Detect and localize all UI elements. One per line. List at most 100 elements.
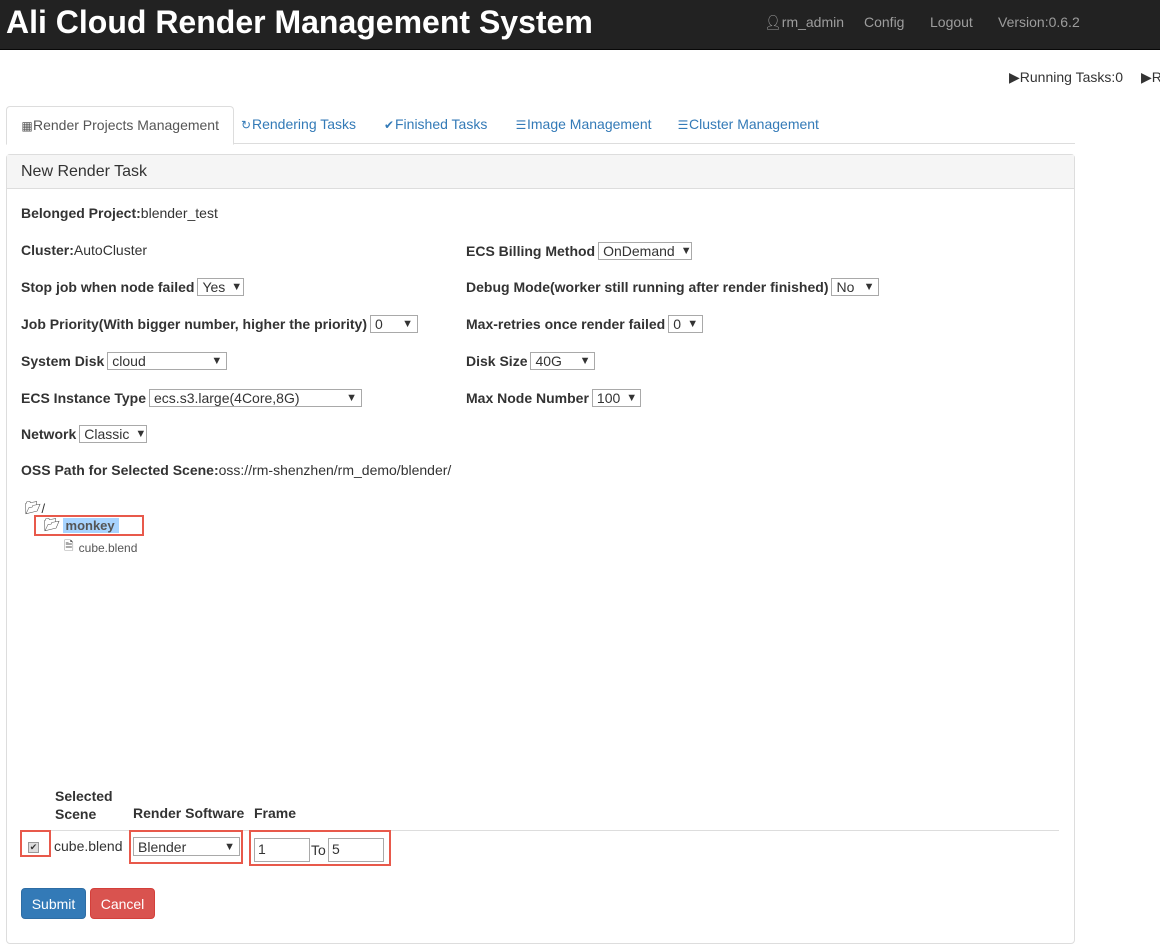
folder-open-icon: 📂︎ bbox=[44, 517, 61, 532]
refresh-icon: ↻ bbox=[240, 118, 252, 132]
dropdown-arrow-icon: ▼ bbox=[863, 281, 875, 293]
dropdown-arrow-icon: ▼ bbox=[135, 428, 147, 440]
render-software-select[interactable]: Blender ▼ bbox=[133, 837, 240, 856]
frame-to-input[interactable]: 5 bbox=[328, 838, 384, 862]
stopjob-select[interactable]: Yes ▼ bbox=[197, 278, 245, 296]
status-item-text: R bbox=[1151, 69, 1160, 85]
priority-select[interactable]: 0 ▼ bbox=[370, 315, 419, 333]
tree-folder-monkey[interactable]: 📂︎ monkey bbox=[44, 517, 119, 533]
cancel-button[interactable]: Cancel bbox=[90, 888, 155, 919]
select-value: Blender bbox=[138, 838, 187, 855]
user-name: rm_admin bbox=[781, 14, 845, 30]
dropdown-arrow-icon: ▼ bbox=[680, 245, 692, 257]
user-link[interactable]: 👤︎rm_admin bbox=[764, 14, 844, 31]
dropdown-arrow-icon: ▼ bbox=[224, 840, 235, 853]
priority-field: Job Priority(With bigger number, higher … bbox=[21, 315, 419, 333]
network-select[interactable]: Classic ▼ bbox=[79, 425, 148, 443]
tab-render-projects[interactable]: ▦Render Projects Management bbox=[6, 106, 234, 145]
network-field: Network Classic ▼ bbox=[21, 425, 148, 443]
select-value: 0 bbox=[673, 316, 681, 332]
render-software-field: Blender ▼ bbox=[130, 837, 240, 856]
version-text: Version:0.6.2 bbox=[998, 14, 1080, 30]
billing-field: ECS Billing Method OnDemand ▼ bbox=[466, 242, 693, 260]
tab-image-management[interactable]: ☰Image Management bbox=[515, 106, 652, 144]
tree-root-label: / bbox=[41, 500, 46, 516]
debug-field: Debug Mode(worker still running after re… bbox=[466, 278, 880, 296]
check-circle-icon: ✔ bbox=[383, 118, 395, 132]
project-field: Belonged Project: blender_test bbox=[21, 205, 218, 221]
field-label: Max Node Number bbox=[466, 390, 589, 406]
select-value: Classic bbox=[84, 426, 130, 442]
field-label: Job Priority(With bigger number, higher … bbox=[21, 316, 368, 332]
frame-from-input[interactable]: 1 bbox=[254, 838, 310, 862]
select-value: Yes bbox=[202, 279, 226, 295]
tab-label: Finished Tasks bbox=[395, 116, 488, 132]
scene-name: cube.blend bbox=[54, 838, 123, 854]
field-label: Max-retries once render failed bbox=[466, 316, 666, 332]
dropdown-arrow-icon: ▼ bbox=[346, 392, 358, 404]
scene-checkbox[interactable]: ✔ bbox=[28, 842, 39, 853]
header-selected-scene: Selected Scene bbox=[55, 788, 113, 822]
tree-file-cube[interactable]: 🗎︎ cube.blend bbox=[64, 537, 137, 558]
folder-open-icon: 📂︎ bbox=[25, 500, 42, 515]
select-value: No bbox=[836, 279, 855, 295]
field-value: oss://rm-shenzhen/rm_demo/blender/ bbox=[218, 462, 452, 478]
user-icon: 👤︎ bbox=[764, 14, 782, 30]
maxnode-select[interactable]: 100 ▼ bbox=[591, 389, 641, 407]
submit-button[interactable]: Submit bbox=[21, 888, 86, 919]
field-label: OSS Path for Selected Scene: bbox=[21, 462, 219, 478]
tab-label: Render Projects Management bbox=[33, 117, 219, 133]
field-value: AutoCluster bbox=[73, 242, 148, 258]
grid-icon: ▦ bbox=[21, 119, 33, 133]
play-icon: ▶ bbox=[1009, 69, 1020, 85]
disksize-select[interactable]: 40G ▼ bbox=[530, 352, 596, 370]
debug-select[interactable]: No ▼ bbox=[831, 278, 880, 296]
instance-select[interactable]: ecs.s3.large(4Core,8G) ▼ bbox=[149, 389, 363, 407]
tab-label: Rendering Tasks bbox=[252, 116, 357, 132]
billing-select[interactable]: OnDemand ▼ bbox=[598, 242, 693, 260]
field-label: Stop job when node failed bbox=[21, 279, 195, 295]
tree-root[interactable]: 📂︎ / bbox=[25, 500, 45, 516]
logout-link[interactable]: Logout bbox=[930, 14, 973, 30]
disk-field: System Disk cloud ▼ bbox=[21, 352, 228, 370]
field-label: Disk Size bbox=[466, 353, 528, 369]
tree-file-label: cube.blend bbox=[78, 540, 138, 555]
dropdown-arrow-icon: ▼ bbox=[687, 318, 699, 330]
disk-select[interactable]: cloud ▼ bbox=[107, 352, 228, 370]
dropdown-arrow-icon: ▼ bbox=[626, 392, 638, 404]
oss-path-field: OSS Path for Selected Scene: oss://rm-she… bbox=[21, 462, 451, 478]
tab-rendering-tasks[interactable]: ↻Rendering Tasks bbox=[240, 106, 356, 144]
tab-finished-tasks[interactable]: ✔Finished Tasks bbox=[383, 106, 487, 144]
tab-bar: ▦Render Projects Management ↻Rendering T… bbox=[6, 106, 1075, 145]
select-value: 100 bbox=[596, 390, 621, 406]
header-render-software: Render Software bbox=[133, 805, 245, 821]
tree-folder-label: monkey bbox=[62, 517, 119, 533]
maxnode-field: Max Node Number 100 ▼ bbox=[466, 389, 641, 407]
panel-title: New Render Task bbox=[7, 155, 1074, 189]
running-tasks-text: Running Tasks:0 bbox=[1019, 69, 1124, 85]
app-title[interactable]: Ali Cloud Render Management System bbox=[6, 4, 593, 41]
stopjob-field: Stop job when node failed Yes ▼ bbox=[21, 278, 245, 296]
select-value: cloud bbox=[112, 353, 146, 369]
field-label: Cluster: bbox=[21, 242, 74, 258]
tab-cluster-management[interactable]: ☰Cluster Management bbox=[677, 106, 819, 144]
tab-label: Cluster Management bbox=[689, 116, 819, 132]
field-value: blender_test bbox=[140, 205, 218, 221]
navbar: Ali Cloud Render Management System 👤︎rm_… bbox=[0, 0, 1160, 50]
list-icon: ☰ bbox=[677, 118, 689, 132]
select-value: 40G bbox=[535, 353, 562, 369]
config-link[interactable]: Config bbox=[864, 14, 904, 30]
dropdown-arrow-icon: ▼ bbox=[211, 355, 223, 367]
play-icon: ▶ bbox=[1141, 69, 1152, 85]
retries-select[interactable]: 0 ▼ bbox=[668, 315, 704, 333]
field-label: System Disk bbox=[21, 353, 105, 369]
file-icon: 🗎︎ bbox=[64, 539, 74, 553]
instance-field: ECS Instance Type ecs.s3.large(4Core,8G) ▼ bbox=[21, 389, 363, 407]
list-icon: ☰ bbox=[515, 118, 527, 132]
dropdown-arrow-icon: ▼ bbox=[579, 355, 591, 367]
dropdown-arrow-icon: ▼ bbox=[231, 281, 243, 293]
new-render-task-panel: New Render Task bbox=[6, 154, 1075, 944]
running-tasks: ▶Running Tasks:0 bbox=[1009, 69, 1123, 86]
select-value: ecs.s3.large(4Core,8G) bbox=[154, 390, 300, 406]
field-label: ECS Instance Type bbox=[21, 390, 147, 406]
